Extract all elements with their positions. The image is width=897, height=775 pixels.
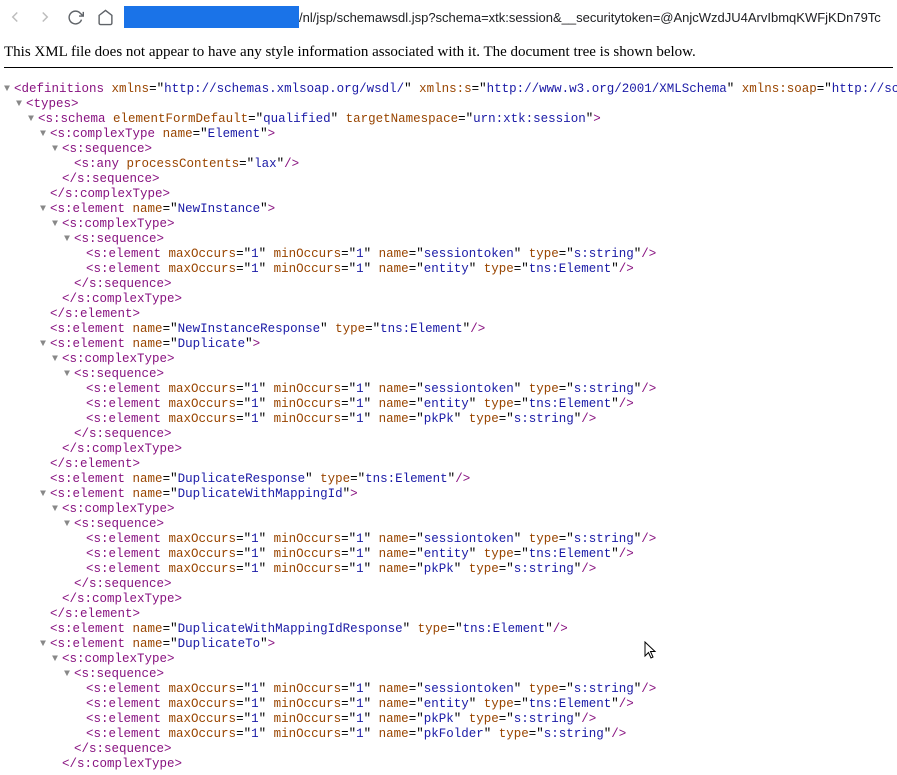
xml-node[interactable]: ▼<s:sequence> — [4, 667, 897, 682]
xml-node: </s:complexType> — [4, 442, 897, 457]
caret-icon[interactable]: ▼ — [52, 502, 62, 517]
cursor-icon — [644, 641, 660, 661]
caret-icon[interactable]: ▼ — [28, 112, 38, 127]
caret-icon[interactable]: ▼ — [16, 97, 26, 112]
back-icon[interactable] — [4, 6, 26, 28]
xml-node: <s:element maxOccurs="1" minOccurs="1" n… — [4, 712, 897, 727]
xml-node: <s:element maxOccurs="1" minOccurs="1" n… — [4, 682, 897, 697]
xml-node: </s:sequence> — [4, 742, 897, 757]
xml-tree: ▼<definitions xmlns="http://schemas.xmls… — [0, 74, 897, 772]
xml-node: <s:element maxOccurs="1" minOccurs="1" n… — [4, 727, 897, 742]
forward-icon[interactable] — [34, 6, 56, 28]
xml-node[interactable]: ▼<s:element name="DuplicateTo"> — [4, 637, 897, 652]
xml-node: <s:element maxOccurs="1" minOccurs="1" n… — [4, 562, 897, 577]
url-host-masked — [124, 6, 299, 28]
caret-icon[interactable]: ▼ — [40, 337, 50, 352]
caret-icon[interactable]: ▼ — [52, 142, 62, 157]
xml-node: </s:complexType> — [4, 187, 897, 202]
xml-node: <s:element maxOccurs="1" minOccurs="1" n… — [4, 547, 897, 562]
xml-node[interactable]: ▼<s:element name="NewInstance"> — [4, 202, 897, 217]
xml-node[interactable]: ▼<s:sequence> — [4, 517, 897, 532]
xml-node: <s:element name="DuplicateWithMappingIdR… — [4, 622, 897, 637]
xml-node[interactable]: ▼<types> — [4, 97, 897, 112]
xml-node: </s:sequence> — [4, 427, 897, 442]
caret-icon[interactable]: ▼ — [52, 352, 62, 367]
xml-node: </s:element> — [4, 307, 897, 322]
xml-node: <s:element name="DuplicateResponse" type… — [4, 472, 897, 487]
caret-icon[interactable]: ▼ — [40, 127, 50, 142]
caret-icon[interactable]: ▼ — [40, 487, 50, 502]
xml-node[interactable]: ▼<s:complexType> — [4, 217, 897, 232]
xml-node[interactable]: ▼<s:complexType> — [4, 502, 897, 517]
xml-node: </s:element> — [4, 607, 897, 622]
xml-node: <s:element maxOccurs="1" minOccurs="1" n… — [4, 397, 897, 412]
xml-node[interactable]: ▼<definitions xmlns="http://schemas.xmls… — [4, 82, 897, 97]
xml-node: <s:element maxOccurs="1" minOccurs="1" n… — [4, 262, 897, 277]
browser-toolbar: /nl/jsp/schemawsdl.jsp?schema=xtk:sessio… — [0, 0, 897, 34]
xml-node[interactable]: ▼<s:complexType> — [4, 352, 897, 367]
caret-icon[interactable]: ▼ — [52, 217, 62, 232]
xml-node: </s:sequence> — [4, 172, 897, 187]
caret-icon[interactable]: ▼ — [4, 82, 14, 97]
url-path: /nl/jsp/schemawsdl.jsp?schema=xtk:sessio… — [299, 10, 881, 25]
home-icon[interactable] — [94, 6, 116, 28]
xml-node[interactable]: ▼<s:element name="Duplicate"> — [4, 337, 897, 352]
xml-node: <s:element maxOccurs="1" minOccurs="1" n… — [4, 382, 897, 397]
xml-notice: This XML file does not appear to have an… — [4, 44, 893, 68]
xml-node: <s:element maxOccurs="1" minOccurs="1" n… — [4, 247, 897, 262]
xml-node: <s:any processContents="lax"/> — [4, 157, 897, 172]
xml-node: </s:element> — [4, 457, 897, 472]
caret-icon[interactable]: ▼ — [40, 637, 50, 652]
caret-icon[interactable]: ▼ — [64, 232, 74, 247]
xml-node: </s:complexType> — [4, 757, 897, 772]
caret-icon[interactable]: ▼ — [64, 367, 74, 382]
address-bar[interactable]: /nl/jsp/schemawsdl.jsp?schema=xtk:sessio… — [124, 5, 893, 29]
xml-node: <s:element maxOccurs="1" minOccurs="1" n… — [4, 532, 897, 547]
xml-node[interactable]: ▼<s:sequence> — [4, 142, 897, 157]
xml-node: </s:complexType> — [4, 292, 897, 307]
xml-node: <s:element maxOccurs="1" minOccurs="1" n… — [4, 412, 897, 427]
caret-icon[interactable]: ▼ — [40, 202, 50, 217]
xml-node: </s:complexType> — [4, 592, 897, 607]
caret-icon[interactable]: ▼ — [52, 652, 62, 667]
xml-node: </s:sequence> — [4, 277, 897, 292]
xml-node[interactable]: ▼<s:schema elementFormDefault="qualified… — [4, 112, 897, 127]
xml-node: </s:sequence> — [4, 577, 897, 592]
xml-node[interactable]: ▼<s:complexType> — [4, 652, 897, 667]
caret-icon[interactable]: ▼ — [64, 517, 74, 532]
xml-node[interactable]: ▼<s:sequence> — [4, 232, 897, 247]
xml-node[interactable]: ▼<s:element name="DuplicateWithMappingId… — [4, 487, 897, 502]
xml-node[interactable]: ▼<s:complexType name="Element"> — [4, 127, 897, 142]
caret-icon[interactable]: ▼ — [64, 667, 74, 682]
xml-node[interactable]: ▼<s:sequence> — [4, 367, 897, 382]
reload-icon[interactable] — [64, 6, 86, 28]
xml-node: <s:element maxOccurs="1" minOccurs="1" n… — [4, 697, 897, 712]
xml-node: <s:element name="NewInstanceResponse" ty… — [4, 322, 897, 337]
